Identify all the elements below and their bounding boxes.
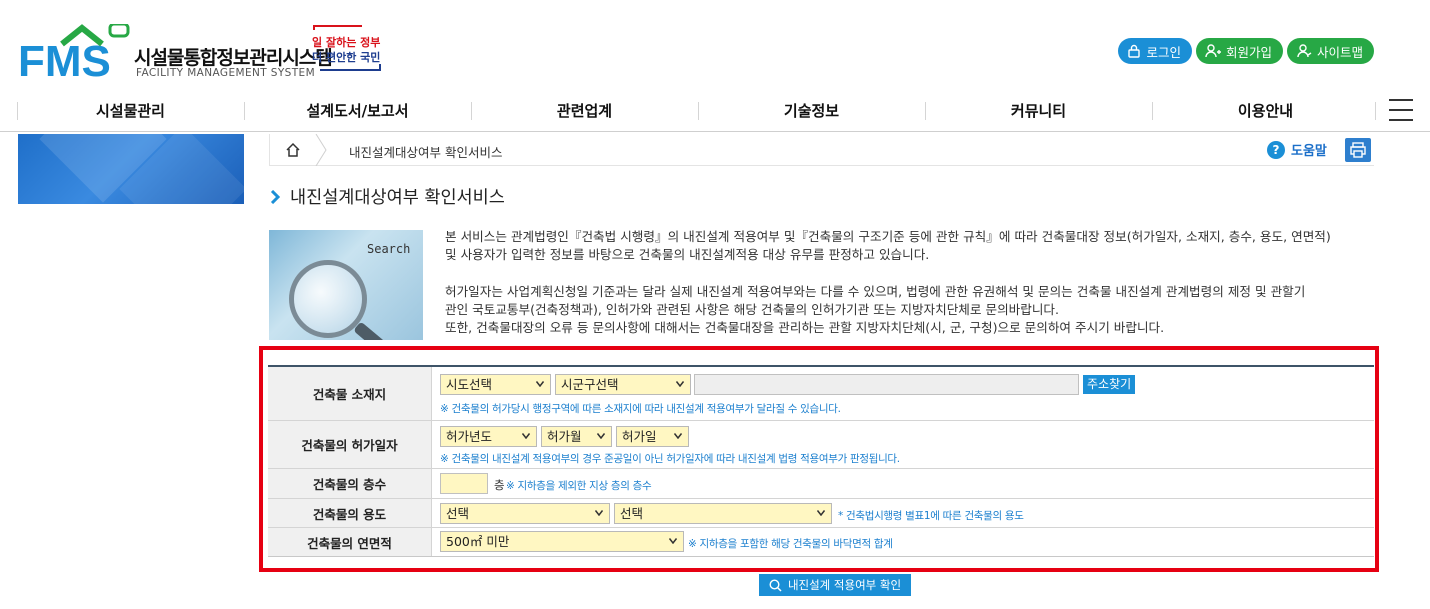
chevron-down-icon (669, 538, 677, 544)
top-utility-buttons: 로그인 회원가입 사이트맵 (1118, 38, 1374, 64)
area-note: ※ 지하층을 포함한 해당 건축물의 바닥면적 합계 (688, 538, 893, 550)
signup-label: 회원가입 (1225, 44, 1272, 60)
nav-item-industry[interactable]: 관련업계 (471, 90, 698, 132)
area-label: 건축물의 연면적 (268, 528, 432, 556)
intro-line: 또한, 건축물대장의 오류 등 문의사항에 대해서는 건축물대장을 관리하는 관… (445, 320, 1165, 335)
sitemap-button[interactable]: 사이트맵 (1286, 38, 1374, 64)
slogan-line-1: 일 잘하는 정부 (312, 36, 381, 49)
signup-button[interactable]: 회원가입 (1195, 38, 1283, 64)
sigungu-value: 시군구선택 (561, 377, 619, 392)
row-usage: 건축물의 용도 선택 선택 * 건축법시행령 별표1에 따른 건축물의 용도 (268, 499, 1374, 528)
floors-unit: 층 (494, 478, 505, 492)
search-illustration: Search (269, 230, 423, 340)
usage-primary-value: 선택 (446, 506, 470, 521)
usage-label: 건축물의 용도 (268, 499, 432, 527)
login-button[interactable]: 로그인 (1118, 38, 1192, 64)
area-value: 500㎡ 미만 (446, 534, 510, 549)
row-area: 건축물의 연면적 500㎡ 미만 ※ 지하층을 포함한 해당 건축물의 바닥면적… (268, 528, 1374, 556)
seismic-check-label: 내진설계 적용여부 확인 (787, 578, 902, 592)
nav-item-reports[interactable]: 설계도서/보고서 (244, 90, 471, 132)
site-logo[interactable]: FMS 시설물통합정보관리시스템 FACILITY MANAGEMENT SYS… (18, 24, 333, 80)
permit-day-select[interactable]: 허가일 (616, 426, 689, 447)
home-icon (286, 142, 300, 157)
chevron-down-icon (676, 381, 684, 387)
location-label: 건축물 소재지 (268, 367, 432, 420)
service-description: 본 서비스는 관계법령인『건축법 시행령』의 내진설계 적용여부 및『건축물의 … (445, 228, 1375, 337)
sitemap-label: 사이트맵 (1316, 44, 1363, 60)
intro-line: 및 사용자가 입력한 정보를 바탕으로 건축물의 내진설계적용 대상 유무를 판… (445, 247, 930, 262)
main-nav: 시설물관리 설계도서/보고서 관련업계 기술정보 커뮤니티 이용안내 (0, 90, 1430, 132)
location-note: ※ 건축물의 허가당시 행정구역에 따른 소재지에 따라 내진설계 적용여부가 … (440, 403, 841, 415)
chevron-right-icon (270, 189, 280, 204)
help-label: 도움말 (1291, 144, 1327, 159)
add-user-icon (1205, 44, 1221, 58)
sido-value: 시도선택 (446, 377, 493, 392)
address-input[interactable] (694, 374, 1079, 395)
chevron-down-icon (674, 433, 682, 439)
permit-year-value: 허가년도 (446, 429, 493, 444)
lock-icon (1128, 44, 1141, 58)
intro-line: 허가일자는 사업계획신청일 기준과는 달라 실제 내진설계 적용여부와는 다를 … (445, 284, 1306, 299)
nav-item-tech[interactable]: 기술정보 (698, 90, 925, 132)
print-button[interactable] (1345, 138, 1371, 162)
breadcrumb-home[interactable] (269, 134, 315, 166)
logo-title: 시설물통합정보관리시스템 (134, 47, 333, 69)
left-side-banner (18, 134, 244, 204)
chevron-down-icon (536, 381, 544, 387)
permit-date-note: ※ 건축물의 내진설계 적용여부의 경우 준공일이 아닌 허가일자에 따라 내진… (440, 453, 900, 465)
help-button[interactable]: ? 도움말 (1267, 140, 1327, 159)
row-permit-date: 건축물의 허가일자 허가년도 허가월 허가일 ※ 건축물의 내진설계 적용여부의… (268, 421, 1374, 469)
gov-slogan-badge: 일 잘하는 정부 더 편안한 국민 (312, 24, 390, 72)
slogan-line-2: 더 편안한 국민 (312, 51, 381, 64)
sido-select[interactable]: 시도선택 (440, 374, 551, 395)
seismic-check-button[interactable]: 내진설계 적용여부 확인 (759, 574, 911, 596)
printer-icon (1350, 142, 1366, 158)
usage-secondary-value: 선택 (620, 506, 644, 521)
page-title-text: 내진설계대상여부 확인서비스 (290, 188, 505, 208)
row-floors: 건축물의 층수 층 ※ 지하층을 제외한 지상 층의 층수 (268, 469, 1374, 499)
nav-divider (1375, 102, 1376, 120)
site-header: FMS 시설물통합정보관리시스템 FACILITY MANAGEMENT SYS… (0, 0, 1430, 88)
permit-date-label: 건축물의 허가일자 (268, 421, 432, 468)
permit-month-value: 허가월 (547, 429, 582, 444)
sigungu-select[interactable]: 시군구선택 (555, 374, 691, 395)
sitemap-user-icon (1297, 44, 1312, 58)
seismic-check-form: 건축물 소재지 시도선택 시군구선택 주소찾기 ※ 건축물의 허가당시 행정구역… (268, 365, 1374, 557)
intro-line: 본 서비스는 관계법령인『건축법 시행령』의 내진설계 적용여부 및『건축물의 … (445, 229, 1331, 244)
magnifier-handle (353, 321, 407, 340)
permit-year-select[interactable]: 허가년도 (440, 426, 537, 447)
nav-item-community[interactable]: 커뮤니티 (925, 90, 1152, 132)
chevron-down-icon (595, 510, 603, 516)
floors-input[interactable] (440, 473, 488, 494)
login-label: 로그인 (1146, 44, 1181, 60)
nav-item-facility[interactable]: 시설물관리 (17, 90, 244, 132)
breadcrumb-separator-icon (315, 134, 327, 166)
row-location: 건축물 소재지 시도선택 시군구선택 주소찾기 ※ 건축물의 허가당시 행정구역… (268, 367, 1374, 421)
usage-note: * 건축법시행령 별표1에 따른 건축물의 용도 (838, 510, 1024, 522)
permit-month-select[interactable]: 허가월 (541, 426, 612, 447)
search-icon (769, 578, 782, 592)
page-title: 내진설계대상여부 확인서비스 (270, 184, 505, 209)
chevron-down-icon (597, 433, 605, 439)
intro-line: 관인 국토교통부(건축정책과), 인허가와 관련된 사항은 해당 건축물의 인허… (445, 302, 1060, 317)
floors-label: 건축물의 층수 (268, 469, 432, 498)
usage-secondary-select[interactable]: 선택 (614, 503, 832, 524)
menu-hamburger-icon[interactable] (1389, 99, 1413, 121)
usage-primary-select[interactable]: 선택 (440, 503, 610, 524)
address-search-button[interactable]: 주소찾기 (1083, 375, 1136, 394)
question-icon: ? (1267, 140, 1285, 159)
nav-item-guide[interactable]: 이용안내 (1152, 90, 1379, 132)
floors-note: ※ 지하층을 제외한 지상 층의 층수 (506, 480, 652, 492)
breadcrumb: 내진설계대상여부 확인서비스 ? 도움말 (269, 134, 1374, 166)
breadcrumb-current: 내진설계대상여부 확인서비스 (349, 145, 503, 160)
search-illustration-label: Search (367, 242, 411, 256)
permit-day-value: 허가일 (622, 429, 657, 444)
logo-subtitle: FACILITY MANAGEMENT SYSTEM (136, 67, 316, 79)
area-select[interactable]: 500㎡ 미만 (440, 531, 684, 552)
chevron-down-icon (522, 433, 530, 439)
chevron-down-icon (817, 510, 825, 516)
fms-logo-icon: FMS (18, 24, 130, 80)
